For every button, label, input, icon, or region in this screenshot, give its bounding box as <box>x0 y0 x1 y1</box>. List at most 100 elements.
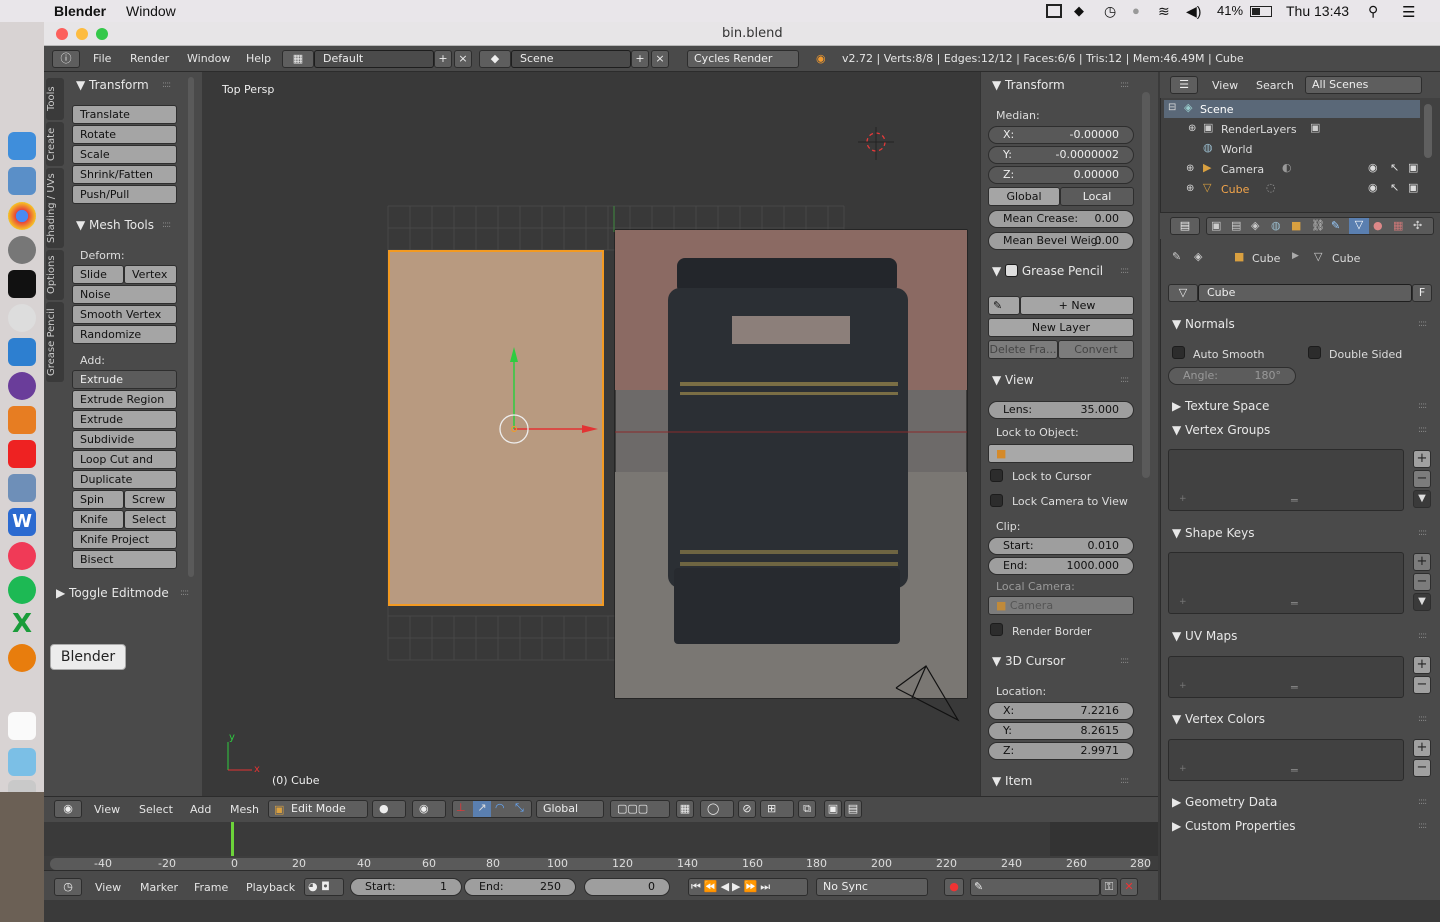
camera-data-icon[interactable]: ◐ <box>1282 161 1292 174</box>
notification-icon[interactable]: ● <box>1132 3 1140 18</box>
list-filter-icon[interactable]: + <box>1179 494 1187 504</box>
panel-grip-icon[interactable]: :::: <box>1120 80 1129 90</box>
list-resize-grip-icon[interactable]: ═ <box>1291 494 1298 507</box>
view-panel-header[interactable]: ▼ View <box>992 373 1034 387</box>
expand-icon[interactable]: ⊕ <box>1188 123 1196 134</box>
panel-grip-icon[interactable]: :::: <box>1120 776 1129 786</box>
texture-tab-icon[interactable]: ▦ <box>1393 219 1403 232</box>
word-icon[interactable]: W <box>8 508 36 536</box>
texture-space-panel-header[interactable]: ▶ Texture Space <box>1172 399 1269 413</box>
dropbox-icon[interactable]: ◆ <box>1074 3 1084 19</box>
occlude-geometry-icon[interactable]: ▦ <box>676 800 694 818</box>
remove-vertex-color-button[interactable]: − <box>1413 759 1431 777</box>
tab-grease-pencil[interactable]: Grease Pencil <box>46 302 64 382</box>
pin-icon[interactable]: ✎ <box>1172 250 1181 263</box>
normals-panel-header[interactable]: ▼ Normals <box>1172 317 1235 331</box>
lock-object-field[interactable]: ■ <box>988 444 1134 463</box>
grease-pencil-checkbox[interactable] <box>1005 264 1019 277</box>
manipulator-icon[interactable]: ⊥ <box>456 801 466 814</box>
local-toggle[interactable]: Local <box>1060 187 1134 206</box>
tab-shading-uvs[interactable]: Shading / UVs <box>46 168 64 248</box>
custom-properties-panel-header[interactable]: ▶ Custom Properties <box>1172 819 1295 833</box>
battery-percent[interactable]: 41% <box>1217 3 1243 18</box>
selected-cube-face[interactable] <box>388 250 604 606</box>
translate-button[interactable]: Translate <box>72 105 177 124</box>
snap-toggle-icon[interactable]: ⊘ <box>738 800 756 818</box>
lock-camera-checkbox[interactable] <box>990 494 1003 507</box>
layers-tab-icon[interactable]: ▤ <box>1231 219 1241 232</box>
extrude-individual-button[interactable]: Extrude Individual <box>72 410 177 443</box>
minimize-window-button[interactable] <box>76 28 88 40</box>
record-icon[interactable]: ● <box>944 878 964 896</box>
document-icon[interactable] <box>8 712 36 740</box>
cube-label[interactable]: Cube <box>1221 183 1249 196</box>
npanel-scrollbar[interactable] <box>1142 92 1150 478</box>
wifi-icon[interactable]: ≋ <box>1158 3 1170 20</box>
remove-uv-map-button[interactable]: − <box>1413 676 1431 694</box>
mesh-tools-panel-header[interactable]: ▼ Mesh Tools <box>76 218 154 232</box>
extrude-region-button[interactable]: Extrude Region <box>72 390 177 409</box>
current-frame-field[interactable]: 0 <box>584 878 670 896</box>
knife-project-button[interactable]: Knife Project <box>72 530 177 549</box>
disk-utility-icon[interactable] <box>8 304 36 332</box>
list-filter-icon[interactable]: + <box>1179 764 1187 774</box>
add-shape-key-button[interactable]: + <box>1413 553 1431 571</box>
knife-select-button[interactable]: Select <box>124 510 177 529</box>
render-border-checkbox[interactable] <box>990 623 1003 636</box>
data-tab-icon[interactable]: ▽ <box>1349 218 1369 234</box>
auto-smooth-checkbox[interactable] <box>1172 346 1185 359</box>
renderlayer-icon[interactable]: ▣ <box>1310 121 1320 134</box>
chrome-icon[interactable] <box>8 202 36 230</box>
select-cursor-icon[interactable]: ↖ <box>1390 181 1399 194</box>
mesh-data-icon[interactable]: ◌ <box>1266 181 1276 194</box>
uv-maps-panel-header[interactable]: ▼ UV Maps <box>1172 629 1237 643</box>
slide-edge-button[interactable]: Slide Ed <box>72 265 124 298</box>
bisect-button[interactable]: Bisect <box>72 550 177 569</box>
add-vertex-group-button[interactable]: + <box>1413 450 1431 468</box>
cursor-y-field[interactable]: Y: 8.2615 <box>988 722 1134 740</box>
screen-layout-icon[interactable]: ▦ <box>282 50 314 68</box>
noise-button[interactable]: Noise <box>72 285 177 304</box>
sync-mode-select[interactable]: No Sync <box>816 878 928 896</box>
clock[interactable]: Thu 13:43 <box>1286 3 1349 19</box>
3d-cursor-icon[interactable] <box>858 127 894 160</box>
tab-create[interactable]: Create <box>46 122 64 166</box>
npanel-transform-header[interactable]: ▼ Transform <box>992 78 1065 92</box>
mean-bevel-field[interactable]: Mean Bevel Weig: 0.00 <box>988 232 1134 250</box>
rotate-button[interactable]: Rotate <box>72 125 177 144</box>
layout-field[interactable]: Default <box>314 50 434 68</box>
panel-grip-icon[interactable]: :::: <box>1418 528 1427 538</box>
median-x-field[interactable]: X: -0.00000 <box>988 126 1134 144</box>
spotify-icon[interactable] <box>8 576 36 604</box>
menu-render[interactable]: Render <box>130 52 169 65</box>
itunes-icon[interactable] <box>8 542 36 570</box>
panel-grip-icon[interactable]: :::: <box>1418 631 1427 641</box>
remove-scene-icon[interactable]: × <box>651 50 669 68</box>
menu-file[interactable]: File <box>93 52 111 65</box>
panel-grip-icon[interactable]: :::: <box>1120 266 1129 276</box>
status-icon[interactable] <box>1046 4 1062 18</box>
finder-icon[interactable] <box>8 132 36 160</box>
preview-range-icon[interactable]: ◕ ◘ <box>304 878 344 896</box>
panel-grip-icon[interactable]: :::: <box>1418 821 1427 831</box>
time-machine-icon[interactable]: ◷ <box>1104 3 1116 20</box>
lock-to-cursor-checkbox[interactable] <box>990 469 1003 482</box>
volume-icon[interactable]: ◀) <box>1186 3 1201 20</box>
timeline-view-menu[interactable]: View <box>95 881 121 894</box>
layers-icon[interactable]: ⧉ <box>798 800 816 818</box>
object-tab-icon[interactable]: ■ <box>1291 219 1301 232</box>
clip-start-field[interactable]: Start: 0.010 <box>988 537 1134 555</box>
close-window-button[interactable] <box>56 28 68 40</box>
render-camera-icon[interactable]: ▣ <box>1408 161 1418 174</box>
world-tab-icon[interactable]: ◍ <box>1271 219 1281 232</box>
scene-tab-icon[interactable]: ◈ <box>1251 219 1259 232</box>
translate-manipulator-icon[interactable]: ↗ <box>473 801 491 817</box>
camera-label[interactable]: Camera <box>1221 163 1264 176</box>
delete-keyframe-icon[interactable]: ✕ <box>1120 878 1138 896</box>
fake-user-button[interactable]: F <box>1412 284 1432 302</box>
panel-grip-icon[interactable]: :::: <box>1418 401 1427 411</box>
render-tab-icon[interactable]: ▣ <box>1211 219 1221 232</box>
outliner-search-menu[interactable]: Search <box>1256 79 1294 92</box>
grease-pencil-new-button[interactable]: + New <box>1020 296 1134 315</box>
scale-manipulator-icon[interactable]: ⤡ <box>515 801 524 815</box>
